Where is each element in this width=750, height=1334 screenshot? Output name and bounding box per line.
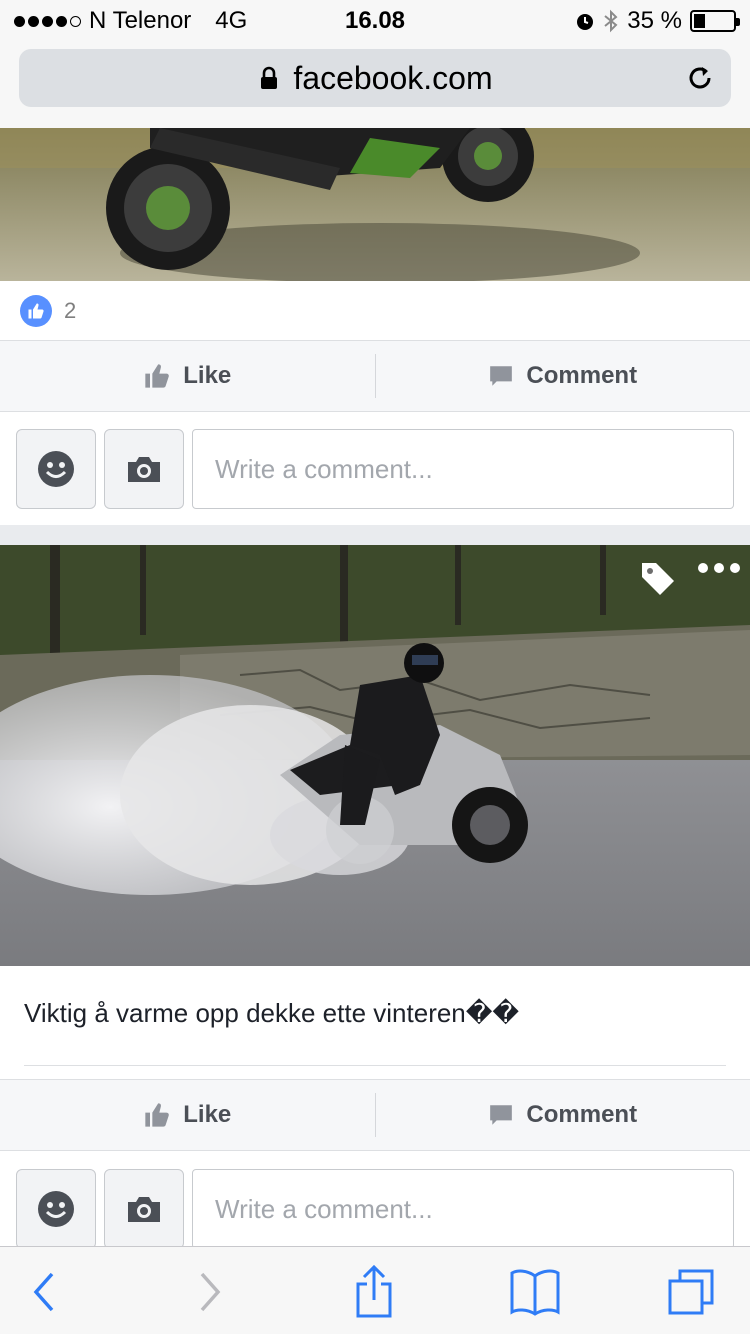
post-photo[interactable]: [0, 128, 750, 281]
bookmarks-button[interactable]: [505, 1267, 565, 1317]
battery-percent: 35 %: [627, 7, 682, 34]
like-button[interactable]: Like: [0, 1080, 375, 1150]
emoji-button[interactable]: [16, 429, 96, 509]
chevron-left-icon: [33, 1272, 54, 1312]
comment-input[interactable]: [192, 1169, 734, 1249]
post-card: Viktig å varme opp dekke ette vinteren��…: [0, 545, 750, 1264]
comment-icon: [490, 366, 513, 386]
tag-icon[interactable]: [638, 559, 678, 599]
post-photo[interactable]: [0, 545, 750, 966]
like-count: 2: [64, 298, 77, 323]
status-right: 35 %: [575, 7, 740, 35]
photo-button[interactable]: [104, 1169, 184, 1249]
caption-divider: [24, 1065, 726, 1066]
more-icon[interactable]: [698, 563, 740, 573]
address-bar[interactable]: facebook.com: [19, 49, 731, 107]
like-label: Like: [183, 1101, 232, 1128]
status-bar: N Telenor 4G 16.08 35 %: [0, 0, 750, 40]
reaction-summary[interactable]: 2: [0, 281, 750, 341]
battery-icon: [690, 10, 740, 32]
comment-composer: [0, 412, 750, 524]
chevron-right-icon: [200, 1272, 221, 1312]
smiley-icon: [38, 1191, 74, 1227]
book-icon: [510, 1269, 560, 1316]
post-caption: Viktig å varme opp dekke ette vinteren��: [24, 998, 520, 1028]
tabs-icon: [668, 1269, 714, 1315]
like-button[interactable]: Like: [0, 341, 375, 411]
browser-toolbar: [0, 1246, 750, 1334]
screen: N Telenor 4G 16.08 35 % facebook.com 2 L…: [0, 0, 750, 1334]
tabs-button[interactable]: [662, 1267, 722, 1317]
thumbs-up-icon: [145, 364, 170, 388]
share-button[interactable]: [344, 1264, 404, 1318]
like-label: Like: [183, 362, 232, 389]
camera-icon: [128, 1197, 160, 1222]
like-reaction-icon: [20, 295, 52, 327]
comment-label: Comment: [526, 1101, 638, 1128]
emoji-button[interactable]: [16, 1169, 96, 1249]
post-card: 2 Like Comment: [0, 128, 750, 525]
post-actions: Like Comment: [0, 1079, 750, 1151]
browser-chrome: facebook.com: [0, 40, 750, 128]
post-actions: Like Comment: [0, 340, 750, 412]
share-icon: [356, 1264, 392, 1318]
alarm-icon: [577, 14, 594, 30]
motorcycle-photo: [0, 128, 750, 281]
thumbs-up-icon: [145, 1103, 170, 1127]
burnout-photo: [0, 545, 750, 966]
url-text: facebook.com: [293, 59, 493, 96]
comment-button[interactable]: Comment: [376, 1080, 750, 1150]
camera-icon: [128, 457, 160, 482]
comment-icon: [490, 1105, 513, 1125]
comment-button[interactable]: Comment: [376, 341, 750, 411]
bluetooth-icon: [604, 9, 618, 33]
reload-icon[interactable]: [685, 63, 715, 93]
back-button[interactable]: [14, 1267, 74, 1317]
forward-button[interactable]: [180, 1267, 240, 1317]
smiley-icon: [38, 451, 74, 487]
comment-label: Comment: [526, 362, 638, 389]
photo-button[interactable]: [104, 429, 184, 509]
lock-icon: [261, 66, 278, 89]
comment-input[interactable]: [192, 429, 734, 509]
